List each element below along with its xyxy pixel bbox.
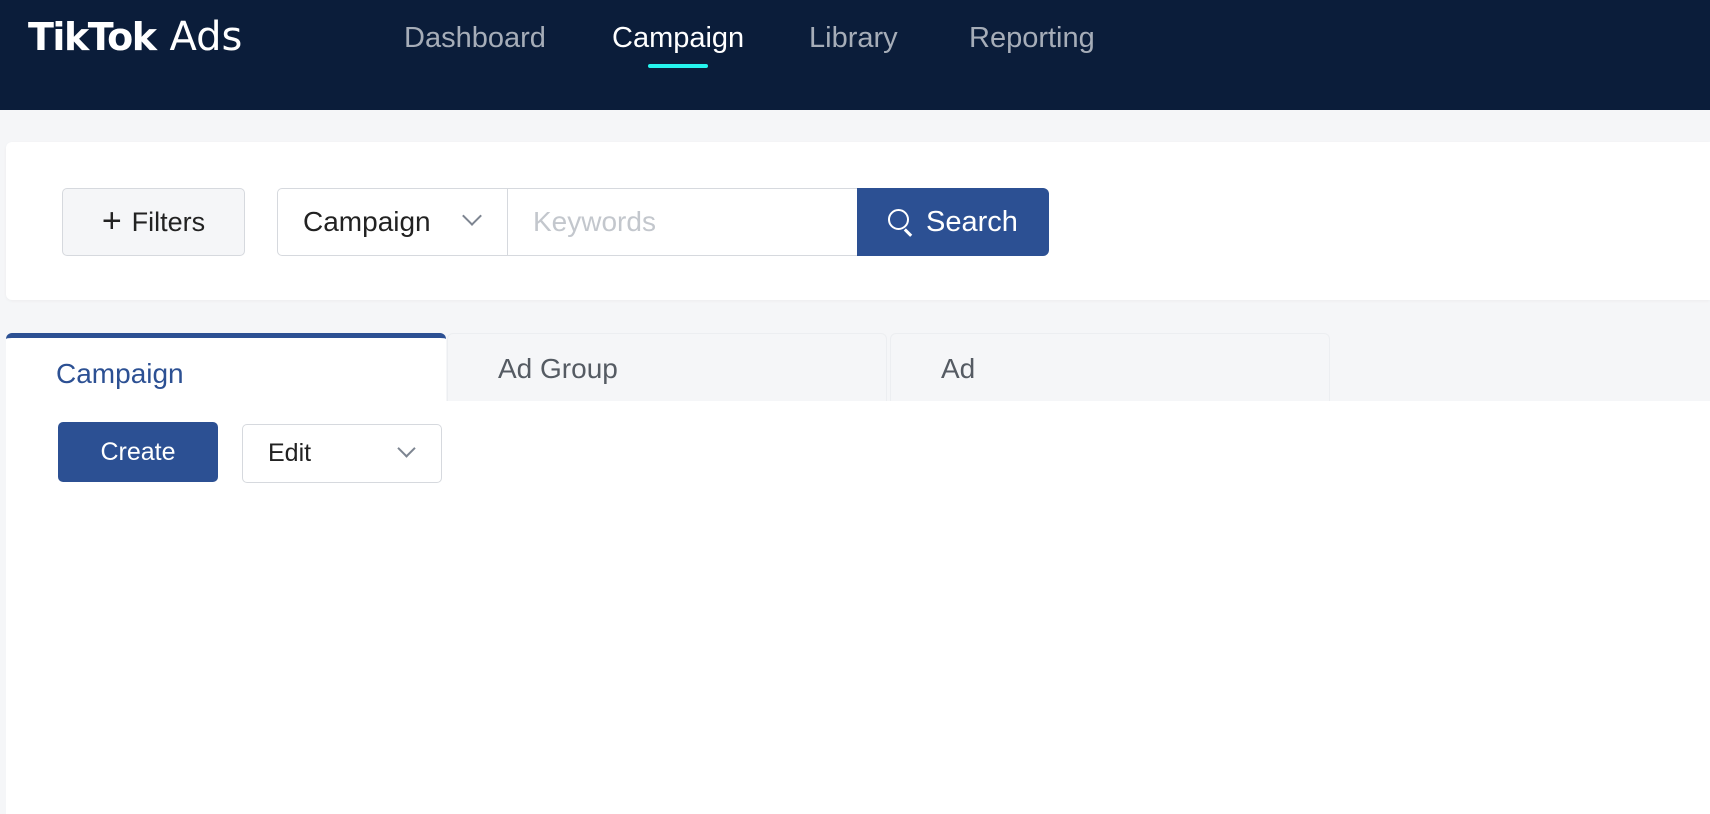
edit-dropdown[interactable]: Edit (242, 424, 442, 483)
tab-ad-group[interactable]: Ad Group (447, 333, 887, 403)
filters-label: Filters (131, 206, 206, 237)
tab-campaign-label: Campaign (56, 358, 184, 389)
chevron-down-icon (397, 439, 416, 458)
tiktok-ads-logo[interactable]: TikTok Ads (28, 14, 242, 64)
top-navigation-bar: TikTok Ads Dashboard Campaign Library Re… (0, 0, 1710, 110)
search-icon (888, 209, 914, 237)
nav-item-campaign[interactable]: Campaign (612, 22, 744, 55)
search-button-label: Search (926, 205, 1018, 238)
tab-ad-label: Ad (941, 352, 976, 384)
search-scope-value: Campaign (303, 206, 431, 237)
create-button[interactable]: Create (58, 422, 218, 482)
nav-item-library[interactable]: Library (809, 22, 898, 55)
logo-product: Ads (169, 14, 243, 60)
search-scope-select[interactable]: Campaign (277, 188, 508, 256)
tab-campaign[interactable]: Campaign (6, 333, 446, 408)
nav-item-reporting[interactable]: Reporting (969, 22, 1095, 55)
tab-ad-group-label: Ad Group (498, 352, 618, 384)
edit-dropdown-label: Edit (268, 439, 312, 467)
filters-button[interactable]: + Filters (62, 188, 245, 256)
chevron-down-icon (462, 206, 482, 226)
search-button[interactable]: Search (857, 188, 1049, 256)
nav-item-dashboard[interactable]: Dashboard (404, 22, 546, 55)
tab-ad[interactable]: Ad (890, 333, 1330, 403)
plus-icon: + (101, 201, 122, 240)
logo-brand: TikTok (28, 15, 157, 59)
active-nav-indicator (648, 64, 708, 68)
keyword-search-input[interactable] (507, 188, 859, 256)
